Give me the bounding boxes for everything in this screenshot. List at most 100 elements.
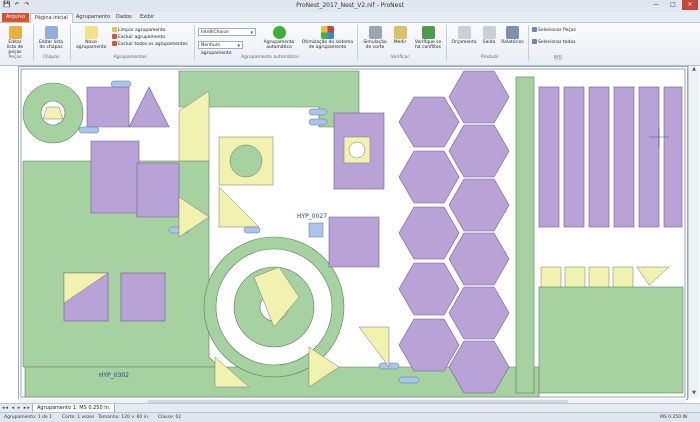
group-parts-label: Peças xyxy=(8,55,22,60)
select-parts-icon xyxy=(532,27,537,32)
quote-button[interactable]: Orçamento xyxy=(450,26,478,45)
purple-part xyxy=(86,86,130,128)
slot-part xyxy=(308,118,328,126)
ribbon-tabs: Arquivo Página inicial Agrupamento Dados… xyxy=(0,12,700,23)
bar-part xyxy=(638,86,660,228)
purple-part xyxy=(136,162,180,218)
reports-icon xyxy=(506,26,519,39)
simulate-icon xyxy=(368,26,382,39)
slot-part xyxy=(308,222,324,238)
bar-part xyxy=(613,86,635,228)
quote-label: Orçamento xyxy=(451,40,477,45)
delete-all-nests-button[interactable]: Excluir todos os agrupamentos xyxy=(112,41,188,48)
tab-file[interactable]: Arquivo xyxy=(2,13,30,22)
measure-label: Medir xyxy=(393,40,407,45)
delete-icon xyxy=(112,34,117,39)
edit-parts-button[interactable]: Editar lista de peças xyxy=(3,26,27,55)
vertical-scrollbar[interactable]: ▲ ▼ xyxy=(688,66,699,398)
group-nesting-label: Agrupamentos xyxy=(113,55,147,60)
bar-part xyxy=(563,86,585,228)
strategy-select[interactable]: IntelliChoice xyxy=(198,28,256,37)
remnant-part xyxy=(538,286,684,394)
select-all-icon xyxy=(532,39,537,44)
optimize-button[interactable]: Otimização do sistema de agrupamento xyxy=(300,26,355,50)
delete-all-label: Excluir todos os agrupamentos xyxy=(118,42,188,47)
output-icon xyxy=(482,26,496,39)
hole xyxy=(348,141,366,159)
delete-nest-label: Excluir agrupamento xyxy=(118,35,165,40)
maximize-button[interactable]: □ xyxy=(665,0,681,10)
slot-part xyxy=(110,80,132,88)
group-plates-label: Chapas xyxy=(42,55,60,60)
separator xyxy=(357,25,358,61)
measure-button[interactable]: Medir xyxy=(391,26,409,45)
verify-conflicts-button[interactable]: Verifique se há conflitos xyxy=(412,26,444,50)
nest-canvas[interactable]: HYP_0027 HYP_0302 xyxy=(18,66,688,400)
simulate-cut-button[interactable]: Simulação de corte xyxy=(360,26,390,50)
grouping-select[interactable]: Nenhum agrupamento xyxy=(198,41,243,56)
output-label: Saída xyxy=(482,40,496,45)
optimize-icon xyxy=(321,26,334,39)
auto-nest-button[interactable]: Agrupamento automático xyxy=(260,26,298,50)
slot-part xyxy=(308,108,328,116)
tab-home[interactable]: Página inicial xyxy=(30,13,73,23)
optimize-label: Otimização do sistema de agrupamento xyxy=(301,40,354,50)
simulate-label: Simulação de corte xyxy=(363,40,387,50)
tab-data[interactable]: Dados xyxy=(112,13,136,22)
new-nest-button[interactable]: Novo agrupamento xyxy=(76,26,106,50)
output-button[interactable]: Saída xyxy=(480,26,498,45)
tab-view[interactable]: Exibir xyxy=(136,13,158,22)
measure-icon xyxy=(393,26,407,39)
ribbon: Editar lista de peças Editar lista de ch… xyxy=(0,23,700,66)
window-title: ProNest_2017_Nest_V2.nif - ProNest xyxy=(296,2,404,9)
group-produce-label: Produzir xyxy=(480,55,500,60)
verify-label: Verifique se há conflitos xyxy=(414,40,442,50)
slot-part xyxy=(398,376,420,384)
group-edit-label: 편집 xyxy=(553,56,563,61)
group-verify-label: Verificar xyxy=(390,55,410,60)
bar-part xyxy=(588,86,610,228)
separator xyxy=(528,25,529,61)
minimize-button[interactable]: — xyxy=(648,0,664,10)
tab-nesting[interactable]: Agrupamento xyxy=(72,13,114,22)
bar-part xyxy=(663,86,683,228)
reports-button[interactable]: Relatórios xyxy=(500,26,525,45)
purple-part xyxy=(120,272,166,322)
separator xyxy=(194,25,195,61)
nest-drawing[interactable] xyxy=(19,67,687,399)
edit-plates-button[interactable]: Editar lista de chapas xyxy=(38,26,64,50)
delete-all-icon xyxy=(112,41,117,46)
select-parts-label: Selecionar Peças xyxy=(538,28,576,33)
reports-label: Relatórios xyxy=(501,40,524,45)
auto-nest-label: Agrupamento automático xyxy=(263,40,295,50)
edit-plates-label: Editar lista de chapas xyxy=(38,40,64,50)
separator xyxy=(70,25,71,61)
play-icon xyxy=(272,26,286,39)
separator xyxy=(446,25,447,61)
scroll-down-icon[interactable]: ▼ xyxy=(690,390,698,398)
strip-part xyxy=(515,76,535,394)
new-nest-icon xyxy=(84,26,98,39)
round-part xyxy=(229,144,263,178)
quote-icon xyxy=(457,26,471,39)
edit-parts-label: Editar lista de peças xyxy=(6,40,24,55)
purple-part xyxy=(328,216,380,268)
tab-navigation-icons[interactable]: ◂◂ ◂ ▸ ▸▸ xyxy=(2,405,31,411)
select-all-button[interactable]: Selecionar todos xyxy=(532,39,575,46)
close-button[interactable]: ✕ xyxy=(682,0,698,10)
clear-nest-button[interactable]: Limpar agrupamento xyxy=(112,27,166,34)
bar-part xyxy=(538,86,560,228)
new-nest-label: Novo agrupamento xyxy=(76,40,107,50)
part-label: HYP_0302 xyxy=(99,372,130,379)
select-parts-button[interactable]: Selecionar Peças xyxy=(532,27,576,34)
delete-nest-button[interactable]: Excluir agrupamento xyxy=(112,34,165,41)
purple-part xyxy=(90,140,140,214)
parts-list-icon xyxy=(8,26,22,39)
clear-nest-label: Limpar agrupamento xyxy=(118,28,166,33)
plates-list-icon xyxy=(44,26,58,39)
select-all-label: Selecionar todos xyxy=(538,40,576,45)
scroll-up-icon[interactable]: ▲ xyxy=(690,66,698,74)
check-icon xyxy=(421,26,435,39)
part-label: HYP_0027 xyxy=(297,213,328,220)
group-auto-label: Agrupamento automático xyxy=(241,55,299,60)
